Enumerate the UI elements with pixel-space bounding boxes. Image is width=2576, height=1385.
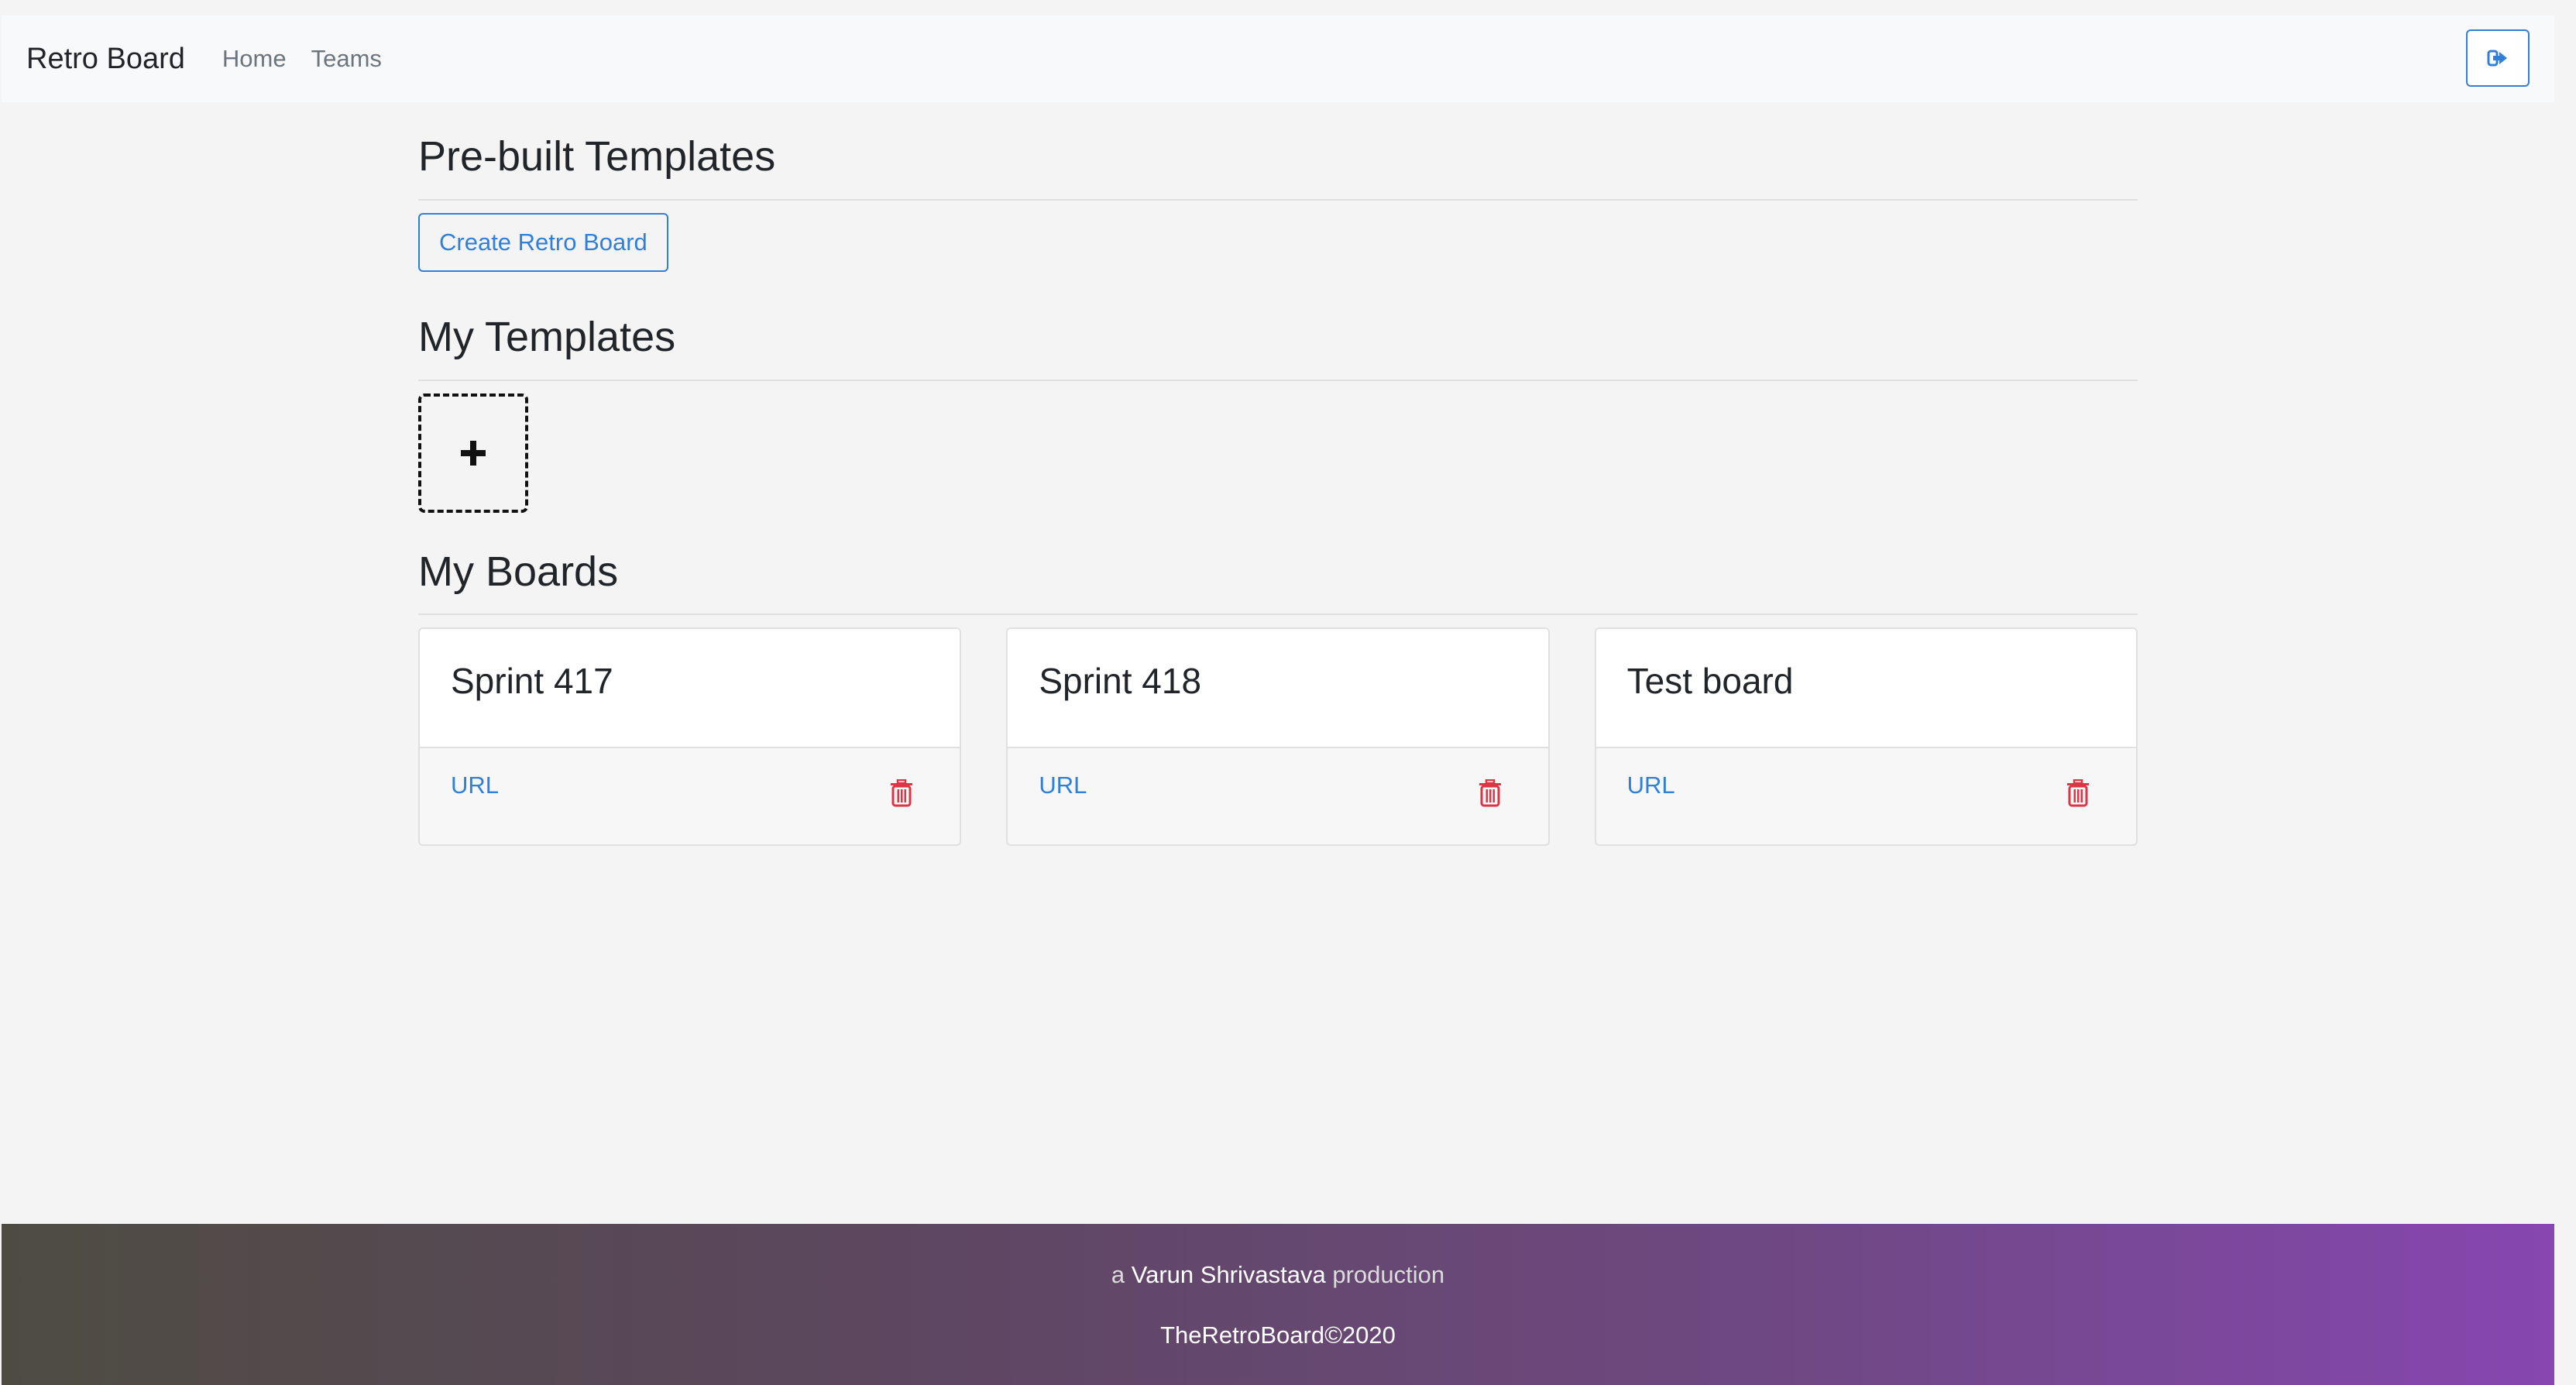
plus-icon [461, 440, 486, 466]
prebuilt-templates-section: Pre-built Templates Create Retro Board [418, 132, 2138, 272]
trash-icon [891, 779, 913, 807]
footer-suffix: production [1332, 1261, 1445, 1288]
board-card: Test board URL [1594, 627, 2138, 847]
trash-icon [1479, 779, 1501, 807]
board-card: Sprint 418 URL [1006, 627, 1550, 847]
nav-link-home[interactable]: Home [222, 45, 287, 73]
section-title-prebuilt: Pre-built Templates [418, 133, 776, 180]
create-retro-board-button[interactable]: Create Retro Board [418, 212, 668, 272]
delete-board-button[interactable] [890, 779, 913, 811]
brand-logo[interactable]: Retro Board [26, 43, 185, 76]
divider [418, 379, 2138, 381]
nav-link-teams[interactable]: Teams [311, 45, 382, 73]
logout-button[interactable] [2466, 29, 2530, 87]
boards-list: Sprint 417 URL Sprint 418 URL Test board… [418, 627, 2138, 847]
footer-credit: a Varun Shrivastava production [2, 1261, 2554, 1289]
board-title[interactable]: Sprint 417 [451, 661, 613, 701]
board-url-link[interactable]: URL [451, 772, 499, 799]
navbar: Retro Board Home Teams [2, 15, 2554, 102]
trash-icon [2066, 779, 2089, 807]
my-boards-section: My Boards Sprint 417 URL Sprint 418 URL … [418, 547, 2138, 847]
board-card-header: Sprint 417 [420, 629, 960, 749]
footer: a Varun Shrivastava production TheRetroB… [2, 1224, 2554, 1385]
divider [418, 613, 2138, 616]
board-card-footer: URL [1596, 748, 2136, 823]
board-title[interactable]: Test board [1627, 661, 1794, 701]
section-title-my-boards: My Boards [418, 548, 619, 595]
board-title[interactable]: Sprint 418 [1039, 661, 1201, 701]
delete-board-button[interactable] [1479, 779, 1502, 811]
board-card-footer: URL [420, 748, 960, 823]
board-card: Sprint 417 URL [418, 627, 962, 847]
section-title-my-templates: My Templates [418, 313, 676, 360]
sign-out-icon [2487, 50, 2507, 67]
footer-prefix: a [1111, 1261, 1125, 1288]
my-templates-section: My Templates [418, 312, 2138, 513]
divider [418, 198, 2138, 201]
delete-board-button[interactable] [2066, 779, 2090, 811]
board-card-header: Sprint 418 [1008, 629, 1548, 749]
board-card-header: Test board [1595, 629, 2136, 749]
footer-author-link[interactable]: Varun Shrivastava [1132, 1261, 1326, 1288]
board-url-link[interactable]: URL [1627, 772, 1675, 799]
board-url-link[interactable]: URL [1039, 772, 1087, 799]
board-card-footer: URL [1008, 748, 1547, 823]
add-template-button[interactable] [418, 393, 528, 513]
main-content: Pre-built Templates Create Retro Board M… [418, 132, 2138, 847]
footer-copyright: TheRetroBoard©2020 [1160, 1321, 1396, 1349]
